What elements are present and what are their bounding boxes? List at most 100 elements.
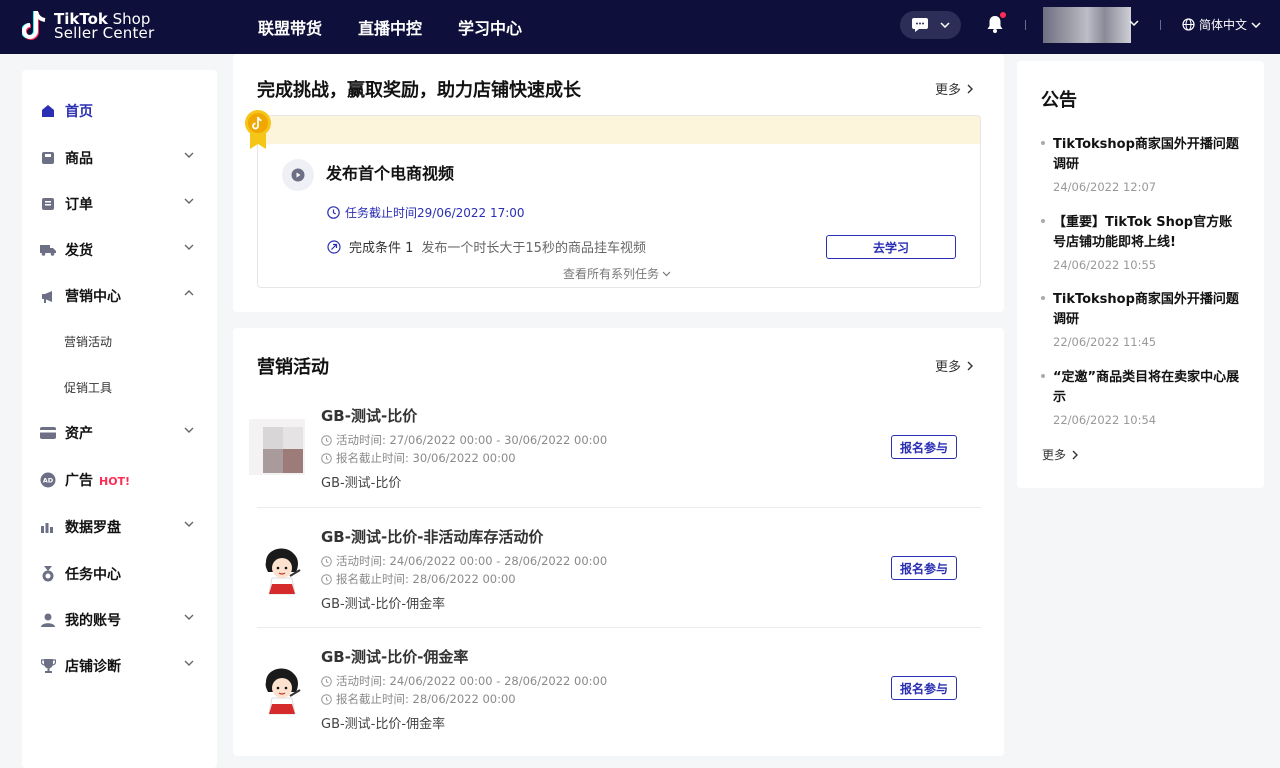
sidebar-item-my-account[interactable]: 我的账号: [22, 605, 217, 635]
truck-icon: [40, 242, 56, 258]
sidebar-item-label: 首页: [65, 104, 93, 120]
chevron-down-icon: [939, 22, 950, 28]
tiktok-logo-icon: [22, 11, 46, 40]
hot-badge: HOT!: [99, 475, 131, 488]
task-condition: 完成条件 1 发布一个时长大于15秒的商品挂车视频: [327, 237, 646, 256]
user-icon: [40, 612, 56, 628]
chevron-right-icon: [967, 361, 974, 370]
sidebar-item-label: 发货: [65, 243, 93, 259]
divider: [1025, 20, 1026, 30]
chevron-right-icon: [967, 84, 974, 93]
announcement-item[interactable]: TikTokshop商家国外开播问题调研 24/06/2022 12:07: [1039, 135, 1244, 195]
signup-deadline: 报名截止时间: 28/06/2022 00:00: [321, 571, 516, 587]
view-all-tasks-link[interactable]: 查看所有系列任务: [563, 265, 671, 282]
signup-deadline-text: 报名截止时间: 28/06/2022 00:00: [336, 572, 516, 586]
sidebar-item-label: 广告 HOT!: [65, 473, 131, 489]
sidebar-item-label: 数据罗盘: [65, 520, 121, 536]
notification-dot: [1000, 12, 1006, 18]
activity-time: 活动时间: 24/06/2022 00:00 - 28/06/2022 00:0…: [321, 673, 607, 689]
announcements-more-link[interactable]: 更多: [1042, 446, 1079, 463]
sidebar-item-shop-diagnosis[interactable]: 店铺诊断: [22, 651, 217, 681]
marketing-more-link[interactable]: 更多: [935, 356, 974, 375]
chevron-down-icon: [184, 521, 194, 527]
arrow-circle-icon: [327, 239, 341, 254]
announcement-date: 22/06/2022 10:54: [1053, 413, 1157, 427]
bullet-dot: [1041, 374, 1045, 378]
more-label: 更多: [1042, 448, 1067, 462]
challenge-title: 完成挑战，赢取奖励，助力店铺快速成长: [257, 80, 581, 101]
sidebar-item-orders[interactable]: 订单: [22, 189, 217, 219]
bullet-dot: [1041, 141, 1045, 145]
sidebar-item-ads[interactable]: AD 广告 HOT!: [22, 465, 217, 495]
clock-icon: [327, 206, 340, 219]
nav-learning-center[interactable]: 学习中心: [458, 15, 522, 39]
condition-label: 完成条件 1: [349, 241, 414, 256]
sidebar-item-data-compass[interactable]: 数据罗盘: [22, 512, 217, 542]
chevron-down-icon: [1251, 21, 1261, 28]
announcement-title: “定邀”商品类目将在卖家中心展示: [1053, 370, 1240, 405]
sidebar-subitem-marketing-activities[interactable]: 营销活动: [64, 333, 112, 350]
divider: [1160, 20, 1161, 30]
activity-row-divider: [257, 388, 981, 628]
activity-name: GB-测试-比价-佣金率: [321, 648, 469, 666]
announcement-title: TikTokshop商家国外开播问题调研: [1053, 292, 1239, 327]
join-activity-button[interactable]: 报名参与: [891, 556, 957, 580]
bullet-dot: [1041, 296, 1045, 300]
nav-affiliate[interactable]: 联盟带货: [258, 15, 322, 39]
activity-time-text: 活动时间: 24/06/2022 00:00 - 28/06/2022 00:0…: [336, 554, 608, 568]
task-deadline: 任务截止时间29/06/2022 17:00: [327, 204, 525, 221]
sidebar-item-label: 商品: [65, 151, 93, 167]
task-title: 发布首个电商视频: [326, 164, 455, 183]
chevron-down-icon: [184, 614, 194, 620]
chevron-up-icon: [184, 290, 194, 296]
chevron-down-icon: [184, 427, 194, 433]
messages-button[interactable]: [900, 11, 961, 39]
activity-description: GB-测试-比价-佣金率: [321, 717, 446, 732]
join-activity-button[interactable]: 报名参与: [891, 676, 957, 700]
sidebar-item-home[interactable]: 首页: [22, 96, 217, 126]
chevron-down-icon: [184, 244, 194, 250]
announcements-panel: 公告 TikTokshop商家国外开播问题调研 24/06/2022 12:07…: [1017, 61, 1264, 488]
clock-icon: [321, 573, 332, 585]
trophy-icon: [40, 658, 56, 674]
announcement-title: 【重要】TikTok Shop官方账号店铺功能即将上线!: [1053, 215, 1233, 250]
chevron-down-icon[interactable]: [1129, 20, 1139, 26]
announcement-date: 22/06/2022 11:45: [1053, 335, 1157, 349]
clock-icon: [321, 693, 332, 705]
home-icon: [40, 103, 56, 119]
language-label: 简体中文: [1199, 18, 1248, 32]
sidebar-item-marketing[interactable]: 营销中心: [22, 281, 217, 311]
top-nav: 联盟带货 直播中控 学习中心: [258, 0, 558, 54]
language-selector[interactable]: 简体中文: [1182, 16, 1261, 33]
marketing-title: 营销活动: [257, 357, 329, 378]
sidebar-item-label: 订单: [65, 197, 93, 213]
globe-icon: [1182, 18, 1195, 31]
announcement-item[interactable]: 【重要】TikTok Shop官方账号店铺功能即将上线! 24/06/2022 …: [1039, 213, 1244, 273]
sidebar-item-label: 店铺诊断: [65, 659, 121, 675]
product-icon: [40, 150, 56, 166]
avatar[interactable]: [1043, 7, 1131, 43]
card-icon: [40, 425, 56, 441]
sidebar-item-task-center[interactable]: 任务中心: [22, 559, 217, 589]
activity-time-text: 活动时间: 24/06/2022 00:00 - 28/06/2022 00:0…: [336, 674, 608, 688]
announcement-item[interactable]: “定邀”商品类目将在卖家中心展示 22/06/2022 10:54: [1039, 368, 1244, 428]
clock-icon: [321, 675, 332, 687]
view-all-label: 查看所有系列任务: [563, 267, 660, 281]
sidebar-item-assets[interactable]: 资产: [22, 418, 217, 448]
more-label: 更多: [935, 83, 962, 98]
announcement-item[interactable]: TikTokshop商家国外开播问题调研 22/06/2022 11:45: [1039, 290, 1244, 350]
activity-description: GB-测试-比价-佣金率: [321, 597, 446, 612]
chevron-down-icon: [184, 152, 194, 158]
tiktok-shop-logo[interactable]: TikTok Shop Seller Center: [22, 8, 154, 44]
nav-live-control[interactable]: 直播中控: [358, 15, 422, 39]
activity-thumbnail: [256, 540, 312, 596]
sidebar-subitem-promotion-tools[interactable]: 促销工具: [64, 379, 112, 396]
sidebar-item-products[interactable]: 商品: [22, 143, 217, 173]
top-bar: TikTok Shop Seller Center 联盟带货 直播中控 学习中心…: [0, 0, 1280, 54]
challenge-more-link[interactable]: 更多: [935, 79, 974, 98]
more-label: 更多: [935, 360, 962, 375]
sidebar-item-shipping[interactable]: 发货: [22, 235, 217, 265]
logo-text: TikTok Shop Seller Center: [54, 10, 155, 42]
medal-icon: [40, 566, 56, 582]
learn-button[interactable]: 去学习: [826, 235, 956, 259]
